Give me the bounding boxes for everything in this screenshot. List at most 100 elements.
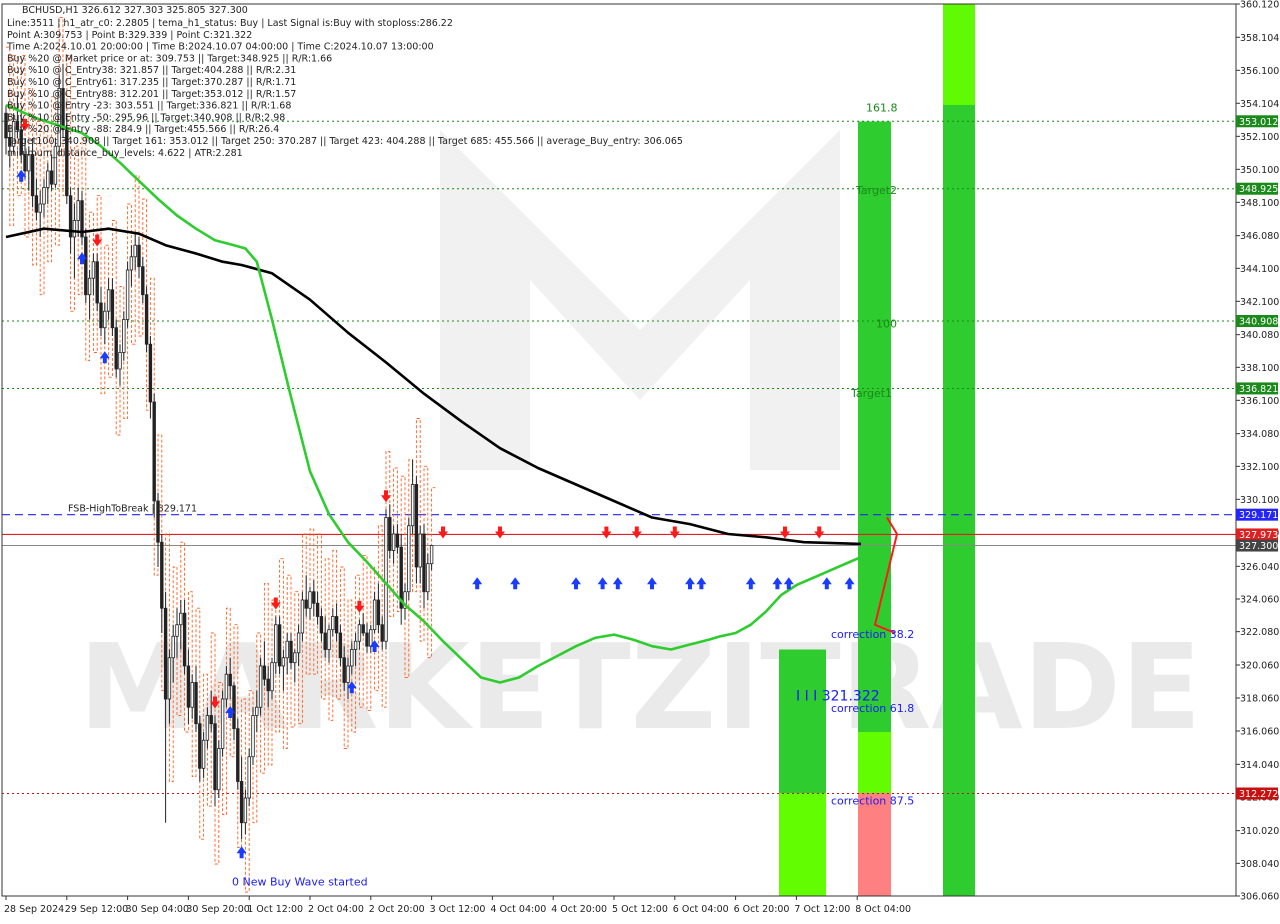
chart-annotation: Target2 bbox=[855, 184, 897, 197]
candle-body bbox=[365, 632, 369, 647]
candle-body bbox=[95, 261, 99, 304]
candle-body bbox=[205, 715, 210, 741]
candle-body bbox=[148, 343, 153, 403]
candle-body bbox=[141, 266, 145, 296]
price-tag-label: 353.012 bbox=[1239, 117, 1278, 128]
candle-body bbox=[91, 261, 96, 279]
candle-body bbox=[103, 310, 107, 329]
candle-body bbox=[122, 319, 126, 353]
candle-body bbox=[353, 640, 358, 650]
time-tick-label: 2 Oct 20:00 bbox=[369, 904, 425, 915]
candle-body bbox=[194, 682, 198, 725]
candle-body bbox=[144, 294, 149, 345]
zone-rect-4 bbox=[858, 793, 891, 896]
candle-body bbox=[163, 607, 168, 700]
candle-body bbox=[38, 203, 42, 213]
candle-body bbox=[198, 723, 202, 769]
time-tick-label: 30 Sep 20:00 bbox=[186, 904, 249, 915]
candle-body bbox=[106, 289, 111, 312]
candle-body bbox=[167, 657, 172, 700]
candle-body bbox=[319, 616, 324, 634]
zone-rect-1 bbox=[779, 793, 826, 896]
candle-body bbox=[258, 665, 263, 708]
price-tick-label: 320.060 bbox=[1240, 660, 1279, 671]
price-tick-label: 314.040 bbox=[1240, 760, 1279, 771]
candle-body bbox=[236, 728, 240, 782]
candle-body bbox=[99, 302, 103, 329]
candle-body bbox=[429, 545, 434, 565]
candle-body bbox=[175, 624, 179, 637]
time-tick-label: 4 Oct 04:00 bbox=[490, 904, 546, 915]
candle-body bbox=[372, 599, 377, 631]
candle-body bbox=[129, 256, 134, 271]
candle-body bbox=[331, 616, 335, 631]
candle-body bbox=[179, 612, 183, 626]
candle-body bbox=[114, 327, 118, 370]
price-tick-label: 326.040 bbox=[1240, 562, 1279, 573]
candle-body bbox=[270, 662, 274, 692]
candle-body bbox=[201, 739, 206, 769]
price-tag-label: 327.300 bbox=[1239, 541, 1278, 552]
candle-body bbox=[346, 665, 350, 683]
candle-body bbox=[247, 756, 251, 799]
price-tick-label: 352.100 bbox=[1240, 132, 1279, 143]
chart-annotation: 161.8 bbox=[866, 102, 898, 115]
candle-body bbox=[384, 517, 388, 642]
info-line: Buy %20 @ Market price or at: 309.753 ||… bbox=[7, 53, 332, 64]
candle-body bbox=[46, 170, 50, 188]
price-tick-label: 338.100 bbox=[1240, 363, 1279, 374]
time-tick-label: 6 Oct 04:00 bbox=[673, 904, 729, 915]
watermark-text: MARKETZITRADE bbox=[79, 618, 1202, 756]
candle-body bbox=[315, 602, 320, 617]
candle-body bbox=[338, 632, 343, 659]
candle-body bbox=[357, 624, 362, 642]
candle-body bbox=[186, 665, 191, 708]
candle-body bbox=[266, 678, 270, 692]
time-tick-label: 1 Oct 12:00 bbox=[247, 904, 303, 915]
candle-body bbox=[209, 715, 213, 725]
time-tick-label: 30 Sep 04:00 bbox=[126, 904, 189, 915]
candle-body bbox=[285, 640, 289, 659]
candle-body bbox=[395, 533, 400, 548]
time-tick-label: 7 Oct 12:00 bbox=[794, 904, 850, 915]
candle-body bbox=[160, 541, 164, 609]
candle-body bbox=[342, 657, 346, 683]
candle-body bbox=[281, 657, 286, 667]
chart-annotation: correction 38.2 bbox=[831, 628, 914, 641]
price-tag-label: 329.171 bbox=[1239, 510, 1278, 521]
candle-body bbox=[49, 170, 54, 185]
price-tick-label: 356.100 bbox=[1240, 66, 1279, 77]
price-tick-label: 342.100 bbox=[1240, 297, 1279, 308]
zone-rect-3 bbox=[858, 731, 891, 794]
candle-body bbox=[137, 244, 141, 268]
price-tick-label: 346.080 bbox=[1240, 231, 1279, 242]
price-tick-label: 318.060 bbox=[1240, 693, 1279, 704]
price-tag-label: 336.821 bbox=[1239, 384, 1278, 395]
price-chart[interactable]: MARKETZITRADE FSB-HighToBreak | 329.171 … bbox=[0, 0, 1280, 920]
candle-body bbox=[380, 624, 384, 642]
time-tick-label: 4 Oct 20:00 bbox=[551, 904, 607, 915]
price-tick-label: 334.080 bbox=[1240, 429, 1279, 440]
candle-body bbox=[308, 591, 312, 609]
info-line: Point A:309.753 | Point B:329.339 | Poin… bbox=[7, 30, 252, 41]
candle-body bbox=[300, 599, 305, 634]
candle-body bbox=[255, 706, 259, 716]
candle-body bbox=[418, 533, 422, 568]
price-tick-label: 332.100 bbox=[1240, 462, 1279, 473]
chart-area[interactable]: MARKETZITRADE FSB-HighToBreak | 329.171 … bbox=[0, 0, 1280, 920]
price-tick-label: 350.100 bbox=[1240, 165, 1279, 176]
candle-body bbox=[422, 533, 426, 593]
candle-body bbox=[251, 715, 255, 758]
candle-body bbox=[125, 269, 130, 320]
candle-body bbox=[182, 612, 187, 667]
candle-body bbox=[388, 517, 392, 551]
fsb-label: FSB-HighToBreak | 329.171 bbox=[68, 504, 197, 515]
price-tick-label: 316.060 bbox=[1240, 726, 1279, 737]
candle-body bbox=[369, 629, 373, 647]
candle-body bbox=[304, 599, 308, 609]
candle-body bbox=[87, 277, 92, 296]
info-line: Buy %10 @ Entry -50: 295.96 || Target:34… bbox=[7, 112, 285, 123]
price-tick-label: 360.120 bbox=[1240, 0, 1279, 11]
candle-body bbox=[213, 723, 217, 791]
candle-body bbox=[410, 484, 415, 527]
